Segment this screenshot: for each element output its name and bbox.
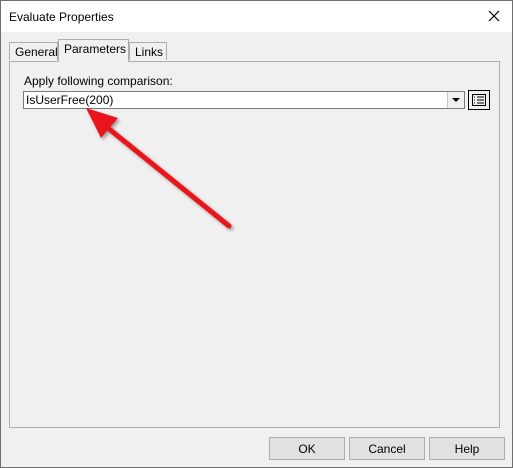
chevron-down-icon (452, 97, 460, 102)
comparison-combobox[interactable]: IsUserFree(200) (23, 91, 465, 109)
expression-builder-button[interactable] (468, 90, 490, 110)
help-button[interactable]: Help (429, 437, 505, 460)
comparison-label: Apply following comparison: (24, 74, 173, 88)
comparison-value: IsUserFree(200) (26, 93, 114, 107)
tab-parameters[interactable]: Parameters (58, 39, 129, 62)
ok-button[interactable]: OK (269, 437, 345, 460)
dropdown-button[interactable] (447, 92, 464, 108)
list-icon (472, 94, 486, 106)
close-icon (488, 10, 500, 22)
tab-general[interactable]: General (9, 42, 58, 60)
close-button[interactable] (482, 5, 506, 27)
title-bar: Evaluate Properties (1, 1, 512, 32)
window-title: Evaluate Properties (9, 10, 114, 24)
cancel-button[interactable]: Cancel (349, 437, 425, 460)
tab-strip: General Parameters Links (9, 39, 499, 62)
tab-links[interactable]: Links (129, 42, 167, 60)
parameters-panel: Apply following comparison: IsUserFree(2… (9, 61, 500, 428)
dialog-window: Evaluate Properties General Parameters L… (0, 0, 513, 468)
